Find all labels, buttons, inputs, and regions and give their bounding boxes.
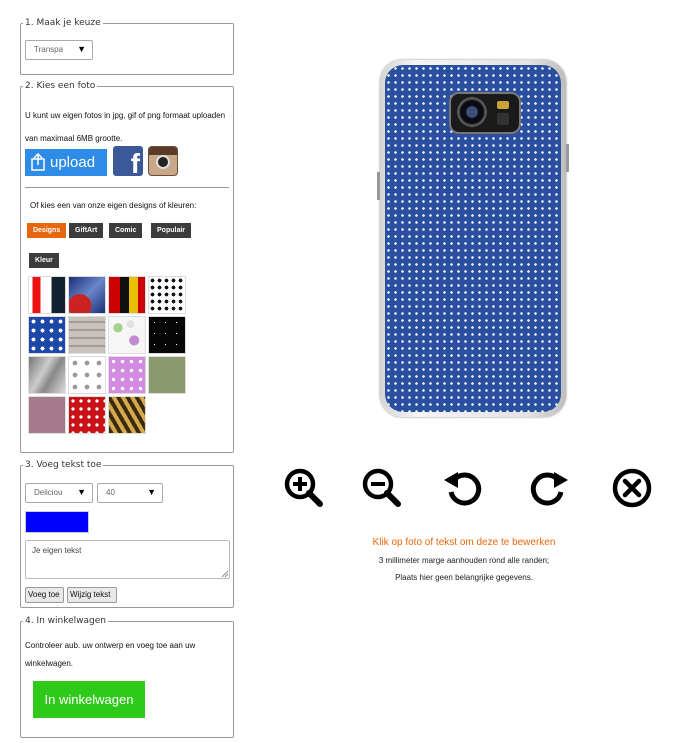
tab-giftart[interactable]: GiftArt bbox=[69, 223, 104, 238]
custom-text-placeholder: Je eigen tekst bbox=[32, 546, 82, 555]
size-select-value: 40 bbox=[106, 488, 115, 497]
edit-hint-text: Klik op foto of tekst om deze te bewerke… bbox=[372, 537, 556, 548]
phone-case-preview[interactable] bbox=[377, 60, 569, 417]
upload-label: upload bbox=[50, 154, 96, 171]
tab-designs[interactable]: Designs bbox=[27, 223, 67, 238]
design-swatch[interactable] bbox=[28, 316, 66, 354]
divider bbox=[25, 187, 229, 188]
rotate-left-icon[interactable] bbox=[442, 466, 486, 510]
margin-note: 3 millimeter marge aanhouden rond alle r… bbox=[378, 556, 550, 565]
design-swatch[interactable] bbox=[68, 316, 106, 354]
upload-button[interactable]: upload bbox=[25, 149, 107, 176]
tab-populair[interactable]: Populair bbox=[151, 223, 192, 238]
font-select[interactable]: Deliciou ▼ bbox=[25, 483, 93, 503]
close-icon[interactable] bbox=[610, 466, 654, 510]
instagram-icon[interactable] bbox=[148, 146, 178, 176]
add-to-cart-button[interactable]: In winkelwagen bbox=[33, 681, 145, 718]
design-swatch[interactable] bbox=[68, 396, 106, 434]
design-swatch[interactable] bbox=[28, 356, 66, 394]
camera-lens-icon bbox=[457, 97, 487, 127]
design-swatch[interactable] bbox=[108, 276, 146, 314]
safety-note: Plaats hier geen belangrijke gegevens. bbox=[395, 573, 533, 582]
tab-comic[interactable]: Comic bbox=[109, 223, 143, 238]
text-color-swatch[interactable] bbox=[25, 511, 89, 533]
section-cart: 4. In winkelwagen bbox=[20, 616, 234, 738]
custom-text-input[interactable]: Je eigen tekst bbox=[25, 540, 230, 579]
font-select-value: Deliciou bbox=[34, 488, 63, 497]
section-photo-legend: 2. Kies een foto bbox=[25, 81, 96, 91]
chevron-down-icon: ▼ bbox=[77, 44, 86, 54]
designs-intro-text: Of kies een van onze eigen designs of kl… bbox=[30, 201, 197, 210]
material-select[interactable]: Transpa ▼ bbox=[25, 40, 93, 60]
tab-kleur[interactable]: Kleur bbox=[29, 253, 59, 268]
design-swatch[interactable] bbox=[68, 356, 106, 394]
resize-handle-icon bbox=[221, 570, 228, 577]
facebook-icon[interactable]: f bbox=[113, 146, 143, 176]
design-swatch[interactable] bbox=[148, 356, 186, 394]
zoom-in-icon[interactable] bbox=[282, 466, 326, 510]
edit-text-button[interactable]: Wijzig tekst bbox=[67, 587, 117, 603]
material-select-value: Transpa bbox=[34, 45, 64, 54]
design-swatch[interactable] bbox=[108, 356, 146, 394]
cart-text: Controleer aub. uw ontwerp en voeg toe a… bbox=[25, 641, 196, 668]
camera-module bbox=[449, 92, 521, 134]
section-choose-legend: 1. Maak je keuze bbox=[25, 18, 101, 28]
design-swatch[interactable] bbox=[108, 396, 146, 434]
photo-intro-text: U kunt uw eigen fotos in jpg, gif of png… bbox=[25, 111, 226, 143]
side-button bbox=[377, 172, 380, 200]
design-swatch[interactable] bbox=[148, 276, 186, 314]
section-text-legend: 3. Voeg tekst toe bbox=[25, 460, 102, 470]
zoom-out-icon[interactable] bbox=[360, 466, 404, 510]
design-swatch[interactable] bbox=[148, 316, 186, 354]
design-swatch[interactable] bbox=[68, 276, 106, 314]
section-cart-legend: 4. In winkelwagen bbox=[25, 616, 106, 626]
design-swatch[interactable] bbox=[108, 316, 146, 354]
add-text-button[interactable]: Voeg toe bbox=[25, 587, 64, 603]
side-button bbox=[566, 144, 569, 172]
design-swatch[interactable] bbox=[28, 396, 66, 434]
chevron-down-icon: ▼ bbox=[147, 487, 156, 497]
size-select[interactable]: 40 ▼ bbox=[97, 483, 163, 503]
flash-icon bbox=[497, 101, 509, 109]
design-swatch[interactable] bbox=[28, 276, 66, 314]
upload-icon bbox=[31, 153, 45, 171]
rotate-right-icon[interactable] bbox=[526, 466, 570, 510]
chevron-down-icon: ▼ bbox=[77, 487, 86, 497]
